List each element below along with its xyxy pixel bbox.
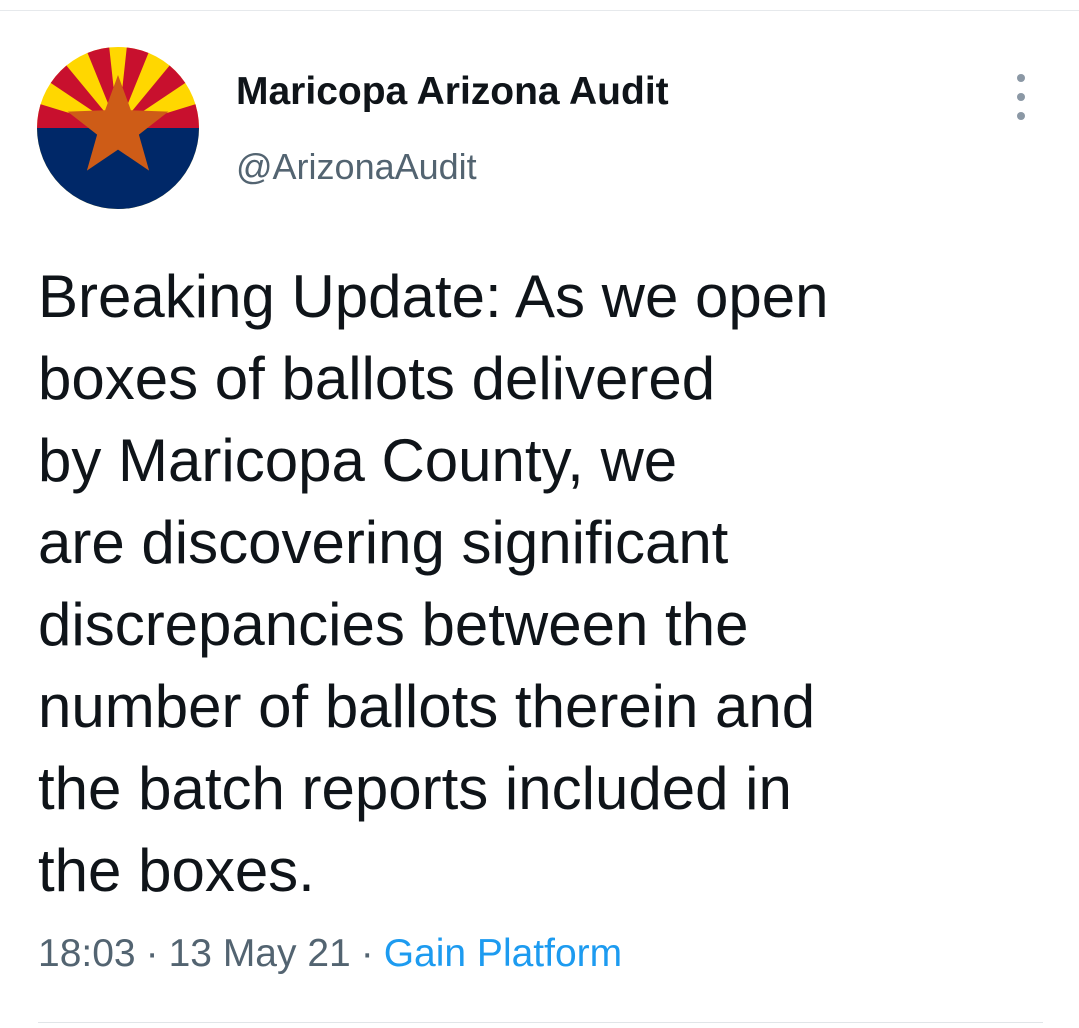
dot [1017,93,1025,101]
tweet-date[interactable]: 13 May 21 [169,932,351,975]
arizona-flag-icon [37,47,199,209]
tweet-text-line: the batch reports included in [38,755,792,822]
tweet-text-line: are discovering significant [38,509,729,576]
tweet-meta: 18:03 · 13 May 21 · Gain Platform [38,932,622,976]
more-options-icon[interactable] [1004,74,1038,120]
tweet-text-line: number of ballots therein and [38,673,816,740]
tweet-time[interactable]: 18:03 [38,932,136,975]
separator: · [360,932,374,975]
tweet-text-line: Breaking Update: As we open [38,263,829,330]
separator: · [145,932,159,975]
dot [1017,112,1025,120]
source-link[interactable]: Gain Platform [384,932,622,975]
dot [1017,74,1025,82]
tweet-text-line: by Maricopa County, we [38,427,678,494]
bottom-divider [38,1022,1043,1023]
top-divider [0,10,1079,11]
tweet-text-line: discrepancies between the [38,591,749,658]
display-name[interactable]: Maricopa Arizona Audit [236,70,669,114]
user-handle[interactable]: @ArizonaAudit [236,146,477,188]
tweet-text: Breaking Update: As we open boxes of bal… [38,256,1038,912]
tweet-text-line: boxes of ballots delivered [38,345,716,412]
tweet-text-line: the boxes. [38,837,315,904]
avatar[interactable] [37,47,199,209]
